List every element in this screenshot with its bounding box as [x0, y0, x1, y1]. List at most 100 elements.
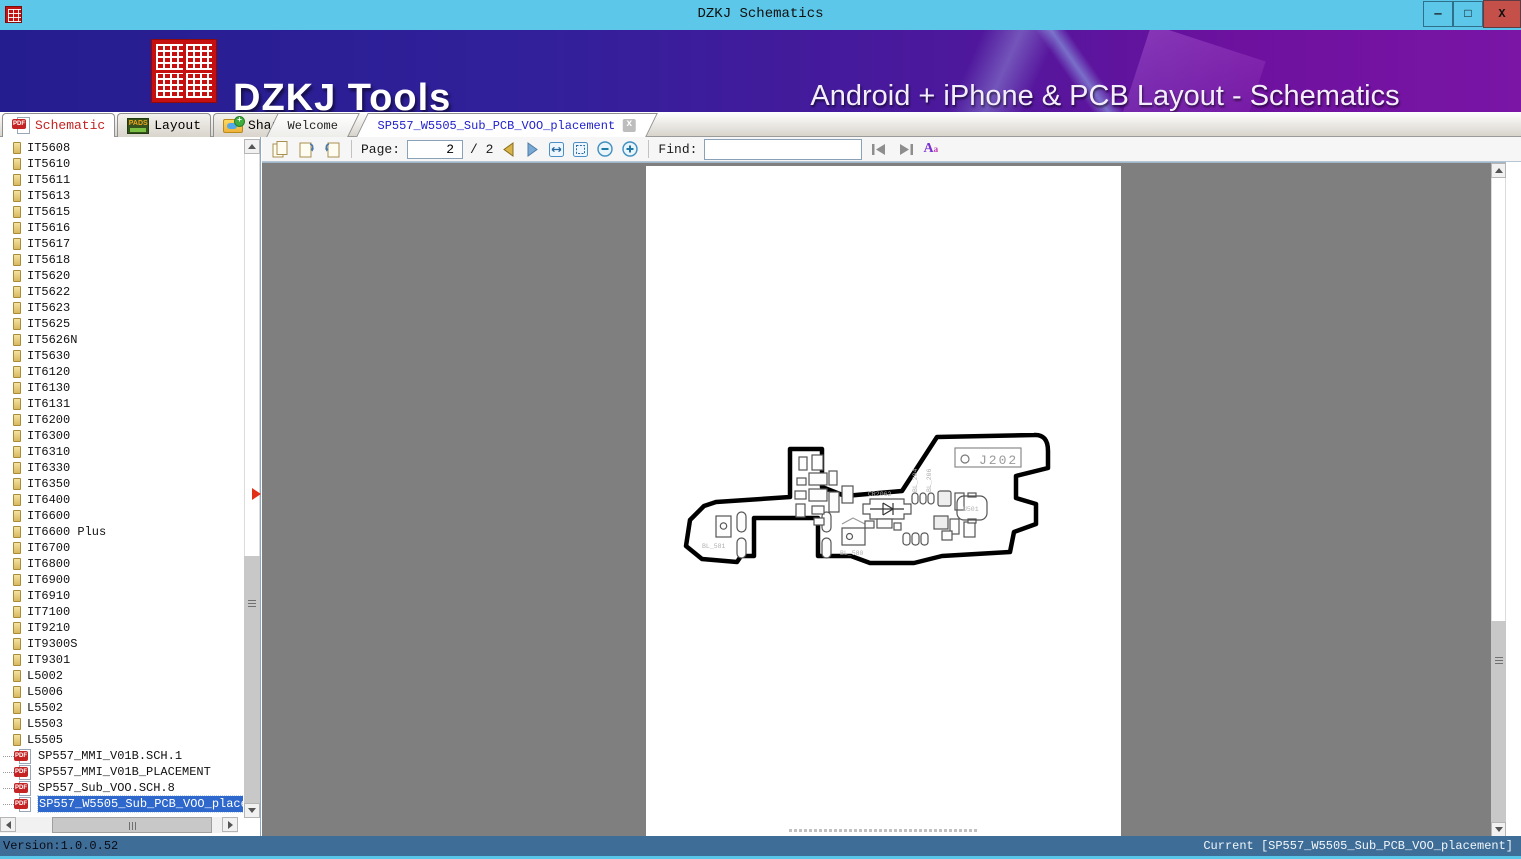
zoom-in-button[interactable]	[621, 140, 639, 158]
sidebar-item[interactable]: L5502	[0, 700, 243, 716]
sidebar-item[interactable]: IT5622	[0, 284, 243, 300]
folder-icon	[13, 446, 21, 458]
sidebar-item[interactable]: IT5625	[0, 316, 243, 332]
sidebar-item[interactable]: IT5617	[0, 236, 243, 252]
find-input[interactable]	[704, 138, 863, 160]
sidebar-item[interactable]: L5002	[0, 668, 243, 684]
window-title: DZKJ Schematics	[697, 6, 824, 22]
sidebar-item[interactable]: IT7100	[0, 604, 243, 620]
find-label: Find:	[658, 141, 698, 157]
scroll-left-button[interactable]	[0, 817, 16, 832]
copy-page-button[interactable]	[271, 140, 290, 159]
pdf-icon: PDF	[14, 781, 32, 796]
page-total: / 2	[470, 141, 494, 157]
scroll-up-button[interactable]	[244, 139, 260, 154]
next-page-button[interactable]	[524, 141, 541, 158]
sidebar-item[interactable]: IT5620	[0, 268, 243, 284]
maximize-button[interactable]: □	[1453, 1, 1483, 27]
plus-icon: +	[234, 115, 246, 127]
close-button[interactable]: X	[1483, 0, 1521, 28]
doc-tab-welcome[interactable]: Welcome	[266, 113, 361, 137]
sidebar-item[interactable]: IT6131	[0, 396, 243, 412]
sidebar-item[interactable]: IT5608	[0, 140, 243, 156]
tab-schematic[interactable]: PDF Schematic	[2, 113, 116, 137]
sidebar-item[interactable]: IT6800	[0, 556, 243, 572]
sidebar-horizontal-scrollbar[interactable]	[0, 817, 238, 833]
scrollbar-track[interactable]	[1491, 178, 1506, 621]
rotate-left-button[interactable]	[297, 140, 316, 159]
sidebar-item[interactable]: IT6400	[0, 492, 243, 508]
folder-icon	[13, 638, 21, 650]
sidebar-item[interactable]: IT6310	[0, 444, 243, 460]
sidebar-item[interactable]: L5006	[0, 684, 243, 700]
sidebar-item[interactable]: IT6200	[0, 412, 243, 428]
sidebar-item[interactable]: IT5615	[0, 204, 243, 220]
sidebar-item[interactable]: IT6600 Plus	[0, 524, 243, 540]
sidebar-pdf-item[interactable]: PDF SP557_Sub_VOO.SCH.8	[0, 780, 243, 796]
sidebar-item[interactable]: IT5626N	[0, 332, 243, 348]
sidebar-vertical-scrollbar[interactable]	[244, 139, 260, 818]
scroll-down-button[interactable]	[1491, 822, 1506, 836]
sidebar-item[interactable]: IT5611	[0, 172, 243, 188]
rotate-right-button[interactable]	[323, 140, 342, 159]
fit-width-button[interactable]	[548, 141, 565, 158]
tree-line	[3, 771, 14, 773]
find-previous-button[interactable]	[869, 142, 889, 157]
label-j202: J202	[979, 453, 1018, 468]
scrollbar-thumb[interactable]	[1491, 621, 1506, 822]
scroll-right-button[interactable]	[222, 817, 238, 832]
sidebar-item[interactable]: IT6120	[0, 364, 243, 380]
sidebar-item[interactable]: IT6600	[0, 508, 243, 524]
sidebar-item[interactable]: IT5613	[0, 188, 243, 204]
doc-tab-placement[interactable]: SP557_W5505_Sub_PCB_VOO_placement x	[356, 113, 658, 137]
folder-icon	[13, 382, 21, 394]
sidebar-item[interactable]: IT5616	[0, 220, 243, 236]
sidebar-item[interactable]: L5505	[0, 732, 243, 748]
sidebar-item[interactable]: IT6910	[0, 588, 243, 604]
sidebar-pdf-item[interactable]: PDF SP557_MMI_V01B.SCH.1	[0, 748, 243, 764]
scroll-up-button[interactable]	[1491, 163, 1506, 178]
sidebar-item[interactable]: IT9210	[0, 620, 243, 636]
sidebar-item[interactable]: IT6350	[0, 476, 243, 492]
sidebar-item[interactable]: IT5630	[0, 348, 243, 364]
zoom-out-button[interactable]	[596, 140, 614, 158]
sidebar-pdf-item[interactable]: PDF SP557_MMI_V01B_PLACEMENT	[0, 764, 243, 780]
previous-page-button[interactable]	[500, 141, 517, 158]
minimize-button[interactable]: —	[1423, 1, 1453, 27]
find-next-button[interactable]	[896, 142, 916, 157]
sidebar-item[interactable]: IT5623	[0, 300, 243, 316]
document-vertical-scrollbar[interactable]	[1491, 163, 1506, 836]
pdf-toolbar: Page: / 2 Find: Aa	[262, 137, 1521, 162]
banner: DZKJ Tools Android + iPhone & PCB Layout…	[0, 30, 1521, 112]
scroll-down-button[interactable]	[244, 803, 260, 818]
page-number-input[interactable]	[407, 139, 464, 159]
folder-icon	[13, 158, 21, 170]
title-bar: DZKJ Schematics — □ X	[0, 0, 1521, 30]
sidebar-item[interactable]: IT6700	[0, 540, 243, 556]
sidebar-item[interactable]: IT5618	[0, 252, 243, 268]
fit-page-button[interactable]	[572, 141, 589, 158]
sidebar-item[interactable]: IT6130	[0, 380, 243, 396]
scrollbar-thumb[interactable]	[244, 556, 260, 803]
share-folder-icon: +	[223, 115, 246, 133]
tab-close-icon[interactable]: x	[622, 119, 636, 132]
folder-icon	[13, 190, 21, 202]
current-document-text: Current [SP557_W5505_Sub_PCB_VOO_placeme…	[1203, 839, 1513, 853]
sidebar-item[interactable]: L5503	[0, 716, 243, 732]
sidebar-item[interactable]: IT6330	[0, 460, 243, 476]
scrollbar-thumb[interactable]	[52, 817, 212, 833]
tab-layout[interactable]: PADS Layout	[117, 113, 212, 137]
match-case-button[interactable]: Aa	[923, 141, 938, 157]
app-window: DZKJ Schematics — □ X DZKJ Tools Android…	[0, 0, 1521, 859]
sidebar-item[interactable]: IT5610	[0, 156, 243, 172]
sidebar-item[interactable]: IT6300	[0, 428, 243, 444]
folder-icon	[13, 174, 21, 186]
component-sidebar: IT5608 IT5610 IT5611 IT5613 IT5615 IT5616 IT56…	[0, 137, 261, 836]
sidebar-item[interactable]: IT6900	[0, 572, 243, 588]
sidebar-pdf-item-selected[interactable]: PDFSP557_W5505_Sub_PCB_VOO_placement	[0, 795, 243, 813]
folder-icon	[13, 494, 21, 506]
page-footer-text	[788, 829, 979, 832]
banner-tagline: Android + iPhone & PCB Layout - Schemati…	[810, 80, 1400, 112]
sidebar-item[interactable]: IT9301	[0, 652, 243, 668]
sidebar-item[interactable]: IT9300S	[0, 636, 243, 652]
